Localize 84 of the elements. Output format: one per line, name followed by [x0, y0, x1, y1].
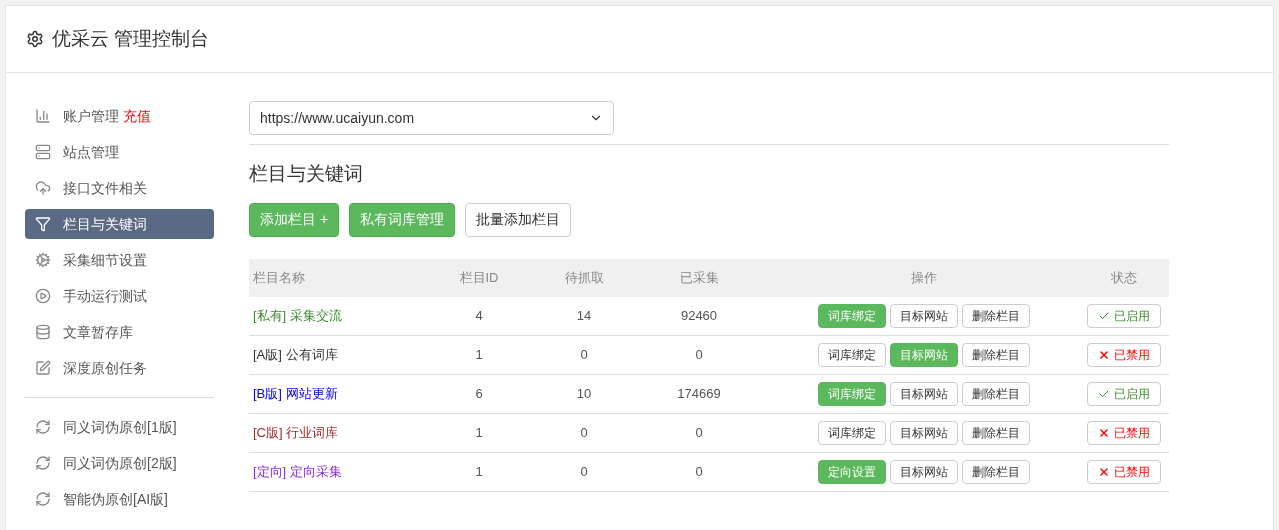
table-cell-text: 1 — [475, 462, 483, 481]
column-name-cell-text: [A版] 公有词库 — [252, 345, 338, 364]
sidebar-label: 接口文件相关 — [63, 178, 147, 198]
column-name-cell-text: [定向] 定向采集 — [252, 462, 342, 481]
action-button[interactable]: 目标网站 — [890, 303, 958, 328]
recharge-link[interactable]: 充值 — [123, 105, 151, 127]
refresh-icon — [35, 419, 51, 435]
action-button[interactable]: 删除栏目 — [962, 459, 1030, 484]
sidebar-label: 深度原创任务 — [63, 358, 147, 378]
table-cell-text: 10 — [576, 384, 592, 403]
sidebar-label: 同义词伪原创[2版] — [63, 453, 177, 473]
status-button[interactable]: 已启用 — [1087, 381, 1161, 406]
cross-icon — [1098, 426, 1110, 439]
sidebar-item[interactable]: 深度原创任务 — [25, 353, 214, 383]
console-title: 优采云 管理控制台 — [52, 26, 210, 51]
filter-icon — [35, 216, 51, 232]
sidebar-item[interactable]: 智能伪原创[AI版] — [25, 484, 214, 514]
column-header: 操作 — [911, 268, 937, 287]
sidebar-label: 文章暂存库 — [63, 322, 133, 342]
sidebar-item[interactable]: 站点管理 — [25, 137, 214, 167]
table-cell-text: 0 — [580, 345, 588, 364]
play-icon — [35, 288, 51, 304]
table-cell-text: 14 — [576, 306, 592, 325]
table-cell-text: 0 — [695, 462, 703, 481]
sidebar-item[interactable]: 栏目与关键词 — [25, 209, 214, 239]
column-header: 已采集 — [679, 268, 719, 287]
refresh-icon — [35, 455, 51, 471]
column-name-cell-text: [C版] 行业词库 — [252, 423, 339, 442]
section-title: 栏目与关键词 — [249, 162, 363, 186]
action-button[interactable]: 目标网站 — [890, 459, 958, 484]
sidebar-item[interactable]: 账户管理 充值 — [25, 101, 214, 131]
status-button[interactable]: 已禁用 — [1087, 420, 1161, 445]
action-button[interactable]: 删除栏目 — [962, 381, 1030, 406]
action-button[interactable]: 词库绑定 — [818, 342, 886, 367]
settings-icon — [26, 30, 44, 48]
table-cell-text: 0 — [580, 423, 588, 442]
sidebar-item[interactable]: 同义词伪原创[2版] — [25, 448, 214, 478]
sidebar-item[interactable]: 文章暂存库 — [25, 317, 214, 347]
column-header: 待抓取 — [564, 268, 604, 287]
status-button[interactable]: 已启用 — [1087, 303, 1161, 328]
sidebar-item[interactable]: 接口文件相关 — [25, 173, 214, 203]
gears-icon — [35, 252, 51, 268]
cloud-upload-icon — [35, 180, 51, 196]
action-button[interactable]: 删除栏目 — [962, 303, 1030, 328]
sidebar-label: 站点管理 — [63, 142, 119, 162]
action-button[interactable]: 删除栏目 — [962, 342, 1030, 367]
refresh-icon — [35, 491, 51, 507]
column-header: 状态 — [1111, 268, 1137, 287]
column-header: 栏目ID — [459, 268, 499, 287]
sidebar-label: 同义词伪原创[1版] — [63, 417, 177, 437]
server-icon — [35, 144, 51, 160]
sidebar-item[interactable]: 采集细节设置 — [25, 245, 214, 275]
site-select[interactable]: https://www.ucaiyun.com — [249, 101, 614, 135]
column-name-cell-text: [私有] 采集交流 — [252, 306, 342, 325]
table-cell-text: 4 — [475, 306, 483, 325]
cross-icon — [1098, 348, 1110, 361]
column-name-cell-text: [B版] 网站更新 — [252, 384, 338, 403]
sidebar-label: 手动运行测试 — [63, 286, 147, 306]
status-button[interactable]: 已禁用 — [1087, 342, 1161, 367]
table-cell-text: 0 — [695, 423, 703, 442]
bar-chart-icon — [35, 108, 51, 124]
cross-icon — [1098, 465, 1110, 478]
table-cell-text: 0 — [695, 345, 703, 364]
edit-icon — [35, 360, 51, 376]
action-button[interactable]: 目标网站 — [890, 420, 958, 445]
toolbar-button[interactable]: 批量添加栏目 — [465, 202, 572, 237]
action-button[interactable]: 删除栏目 — [962, 420, 1030, 445]
table-cell-text: 6 — [475, 384, 483, 403]
table-cell-text: 1 — [475, 423, 483, 442]
sidebar-item[interactable]: 同义词伪原创[1版] — [25, 412, 214, 442]
table-cell-text: 1 — [475, 345, 483, 364]
table-cell-text: 0 — [580, 462, 588, 481]
table-cell-text: 92460 — [680, 306, 718, 325]
sidebar-label: 栏目与关键词 — [63, 214, 147, 234]
sidebar-label: 账户管理 — [63, 106, 119, 126]
sidebar-label: 智能伪原创[AI版] — [63, 489, 168, 509]
action-button[interactable]: 目标网站 — [890, 381, 958, 406]
sidebar-label: 采集细节设置 — [63, 250, 147, 270]
column-header: 栏目名称 — [252, 268, 305, 287]
table-cell-text: 174669 — [677, 384, 721, 403]
status-button[interactable]: 已禁用 — [1087, 459, 1161, 484]
action-button[interactable]: 词库绑定 — [818, 420, 886, 445]
sidebar-item[interactable]: 手动运行测试 — [25, 281, 214, 311]
database-icon — [35, 324, 51, 340]
